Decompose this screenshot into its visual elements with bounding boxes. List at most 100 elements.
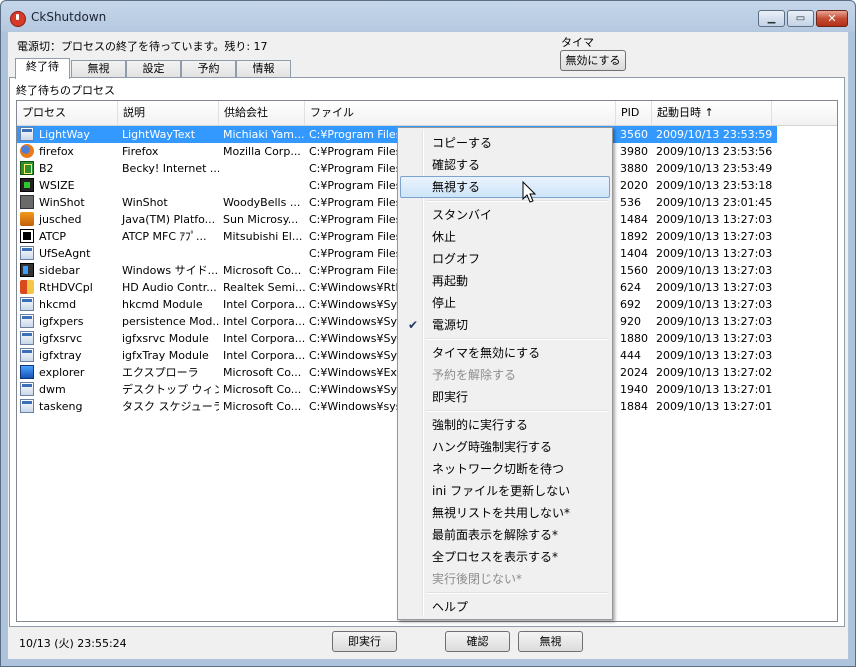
cell-time: 2009/10/13 13:27:03 <box>656 247 772 260</box>
confirm-button[interactable]: 確認 <box>445 631 510 652</box>
menu-separator <box>426 200 608 202</box>
tab-settings[interactable]: 設定 <box>126 60 181 78</box>
maximize-icon: ▭ <box>795 13 806 24</box>
tab-waiting[interactable]: 終了待 <box>15 58 70 79</box>
cell-name: B2 <box>39 162 54 175</box>
menu-item[interactable]: 全プロセスを表示する* <box>400 546 610 568</box>
cell-desc: igfxsrvc Module <box>122 332 209 345</box>
run-now-button[interactable]: 即実行 <box>332 631 397 652</box>
menu-item[interactable]: 再起動 <box>400 270 610 292</box>
cell-time: 2009/10/13 23:53:59 <box>656 128 772 141</box>
context-menu: コピーする確認する無視するスタンバイ休止 ログオフ 再起動 停止 電源切 ✔ タイマを無効に… <box>397 127 613 620</box>
cell-name: explorer <box>39 366 85 379</box>
cell-desc: ATCP MFC ｱﾌﾟ... <box>122 230 207 243</box>
cell-vendor: Microsoft Co... <box>223 264 302 277</box>
cell-desc: Firefox <box>122 145 159 158</box>
cell-desc: Windows サイド... <box>122 264 219 277</box>
column-header-vendor[interactable]: 供給会社 <box>219 101 305 125</box>
menu-item[interactable]: タイマを無効にする <box>400 342 610 364</box>
cell-desc: LightWayText <box>122 128 196 141</box>
menu-item-label: スタンバイ <box>432 208 493 222</box>
menu-item[interactable]: スタンバイ <box>400 204 610 226</box>
column-header-start-time[interactable]: 起動日時 ↑ <box>652 101 772 125</box>
sidebar-icon <box>20 263 34 277</box>
menu-item[interactable]: 電源切 ✔ <box>400 314 610 336</box>
cell-name: igfxtray <box>39 349 82 362</box>
tab-schedule[interactable]: 予約 <box>181 60 236 78</box>
menu-item-label: ネットワーク切断を待つ <box>432 462 565 476</box>
menu-item[interactable]: ini ファイルを更新しない <box>400 480 610 502</box>
column-header-description[interactable]: 説明 <box>118 101 219 125</box>
wsize-icon <box>20 178 34 192</box>
tab-info[interactable]: 情報 <box>236 60 291 78</box>
ignore-button[interactable]: 無視 <box>518 631 583 652</box>
column-header-pid[interactable]: PID <box>616 101 652 125</box>
menu-item[interactable]: ネットワーク切断を待つ <box>400 458 610 480</box>
menu-item[interactable]: 即実行 <box>400 386 610 408</box>
menu-item[interactable]: ヘルプ <box>400 596 610 618</box>
cell-vendor: Michiaki Yam... <box>223 128 305 141</box>
atcp-icon <box>20 229 34 243</box>
app-window-icon <box>20 348 34 362</box>
menu-item-label: ini ファイルを更新しない <box>432 484 571 498</box>
menu-item[interactable]: 無視する <box>400 176 610 198</box>
cell-desc: WinShot <box>122 196 168 209</box>
menu-item[interactable]: コピーする <box>400 132 610 154</box>
menu-item[interactable]: 確認する <box>400 154 610 176</box>
cell-time: 2009/10/13 13:27:03 <box>656 332 772 345</box>
cell-desc: persistence Mod... <box>122 315 219 328</box>
menu-item[interactable]: 休止 <box>400 226 610 248</box>
explorer-icon <box>20 365 34 379</box>
menu-item-label: 確認する <box>432 158 481 172</box>
menu-item-label: 最前面表示を解除する* <box>432 528 559 542</box>
cell-vendor <box>219 160 305 177</box>
cell-vendor: Intel Corpora... <box>223 332 305 345</box>
cell-pid: 536 <box>620 196 641 209</box>
column-header-process[interactable]: プロセス <box>17 101 118 125</box>
cell-name: RtHDVCpl <box>39 281 93 294</box>
cell-name: hkcmd <box>39 298 77 311</box>
menu-item[interactable]: 無視リストを共用しない* <box>400 502 610 524</box>
winshot-icon <box>20 195 34 209</box>
cell-vendor: Intel Corpora... <box>223 298 305 311</box>
menu-item-label: 即実行 <box>432 390 469 404</box>
cell-pid: 444 <box>620 349 641 362</box>
cell-name: ATCP <box>39 230 67 243</box>
maximize-button[interactable]: ▭ <box>787 10 814 27</box>
menu-item[interactable]: 強制的に実行する <box>400 414 610 436</box>
cell-desc: デスクトップ ウィン... <box>122 383 219 396</box>
menu-item-label: 実行後閉じない* <box>432 572 523 586</box>
close-button[interactable]: ✕ <box>816 10 848 27</box>
menu-item[interactable]: 停止 <box>400 292 610 314</box>
cell-time: 2009/10/13 13:27:03 <box>656 213 772 226</box>
close-icon: ✕ <box>827 12 837 25</box>
menu-item-label: 無視リストを共用しない* <box>432 506 571 520</box>
cell-name: dwm <box>39 383 66 396</box>
cell-name: igfxsrvc <box>39 332 83 345</box>
app-window-icon <box>20 382 34 396</box>
cell-name: igfxpers <box>39 315 84 328</box>
cell-pid: 3980 <box>620 145 648 158</box>
menu-separator <box>426 592 608 594</box>
minimize-button[interactable]: ▁ <box>758 10 785 27</box>
app-window-icon <box>20 246 34 260</box>
disable-timer-button[interactable]: 無効にする <box>560 50 626 71</box>
cell-time: 2009/10/13 13:27:03 <box>656 264 772 277</box>
cell-name: UfSeAgnt <box>39 247 91 260</box>
tab-ignore[interactable]: 無視 <box>71 60 126 78</box>
menu-item-label: タイマを無効にする <box>432 346 541 360</box>
title-bar[interactable]: CkShutdown ▁ ▭ ✕ <box>1 1 855 33</box>
column-header-file[interactable]: ファイル <box>305 101 616 125</box>
cell-time: 2009/10/13 13:27:03 <box>656 298 772 311</box>
menu-item[interactable]: 最前面表示を解除する* <box>400 524 610 546</box>
check-icon: ✔ <box>408 318 419 332</box>
cell-pid: 1484 <box>620 213 648 226</box>
cell-vendor: Sun Microsy... <box>223 213 299 226</box>
menu-item[interactable]: ログオフ <box>400 248 610 270</box>
cell-time: 2009/10/13 23:53:18 <box>656 179 772 192</box>
cell-name: WSIZE <box>39 179 75 192</box>
menu-item[interactable]: ハング時強制実行する <box>400 436 610 458</box>
cell-desc: タスク スケジューラ... <box>122 400 219 413</box>
cell-pid: 2020 <box>620 179 648 192</box>
cell-name: jusched <box>39 213 82 226</box>
